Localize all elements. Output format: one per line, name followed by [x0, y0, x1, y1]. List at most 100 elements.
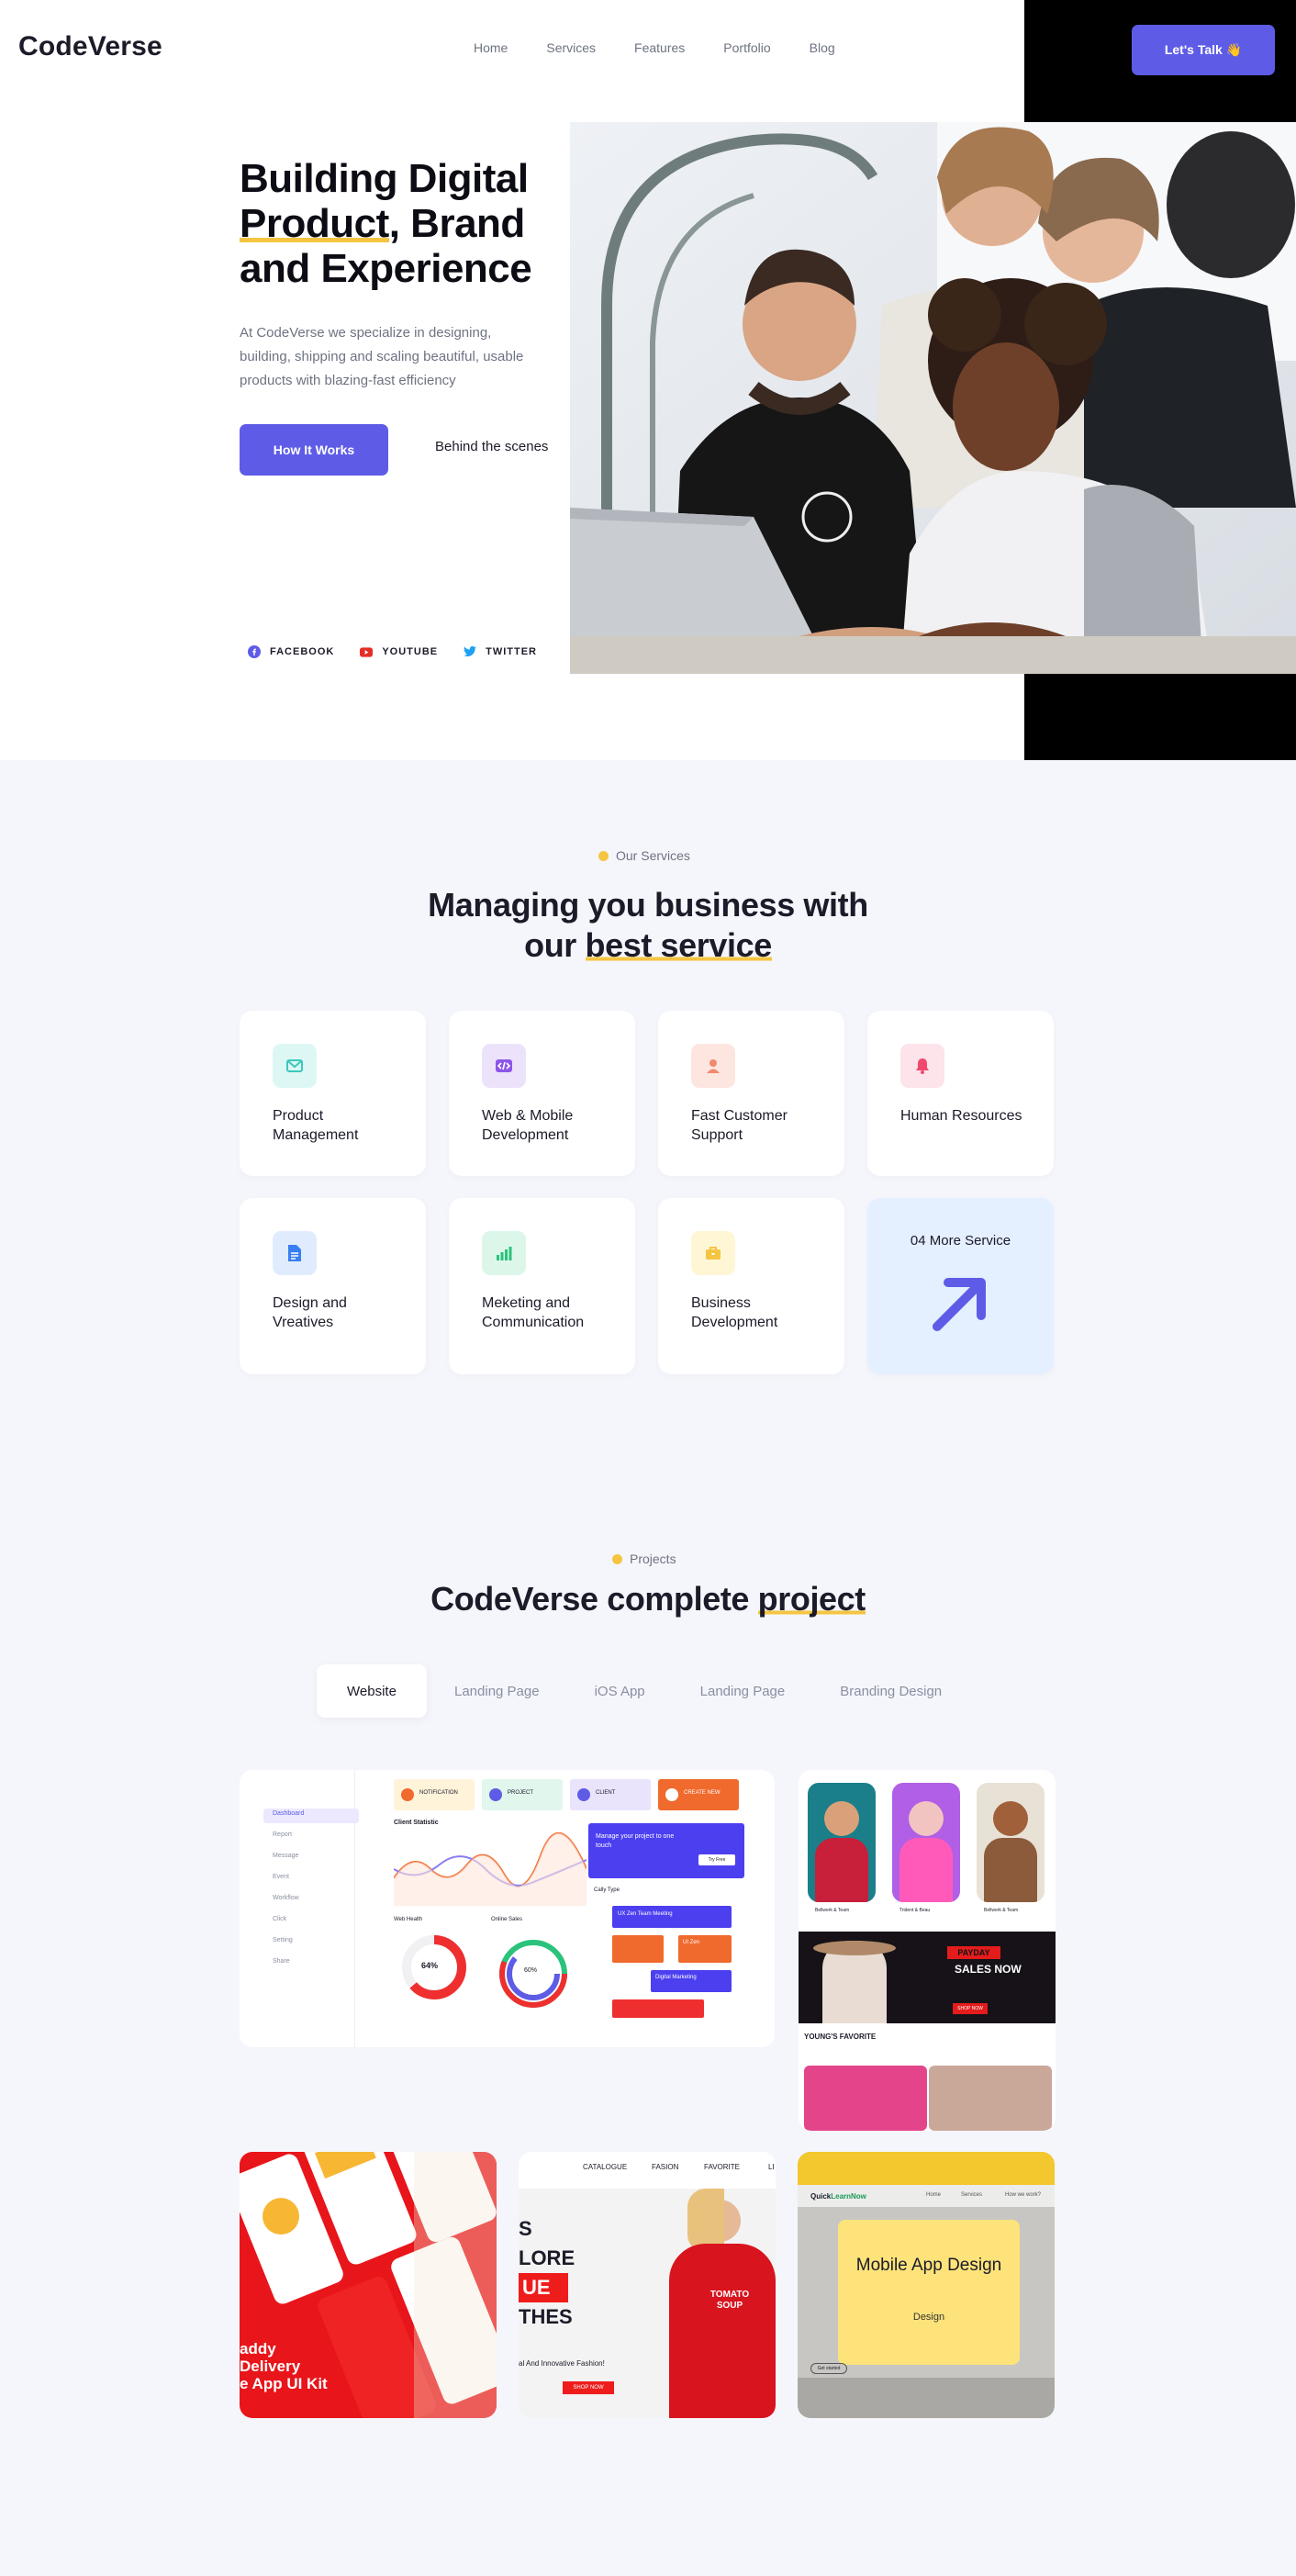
twitter-icon — [464, 645, 477, 658]
fashion-banner: PAYDAY SALES NOW SHOP NOW — [799, 1932, 1056, 2023]
store-headline-word: UE — [519, 2273, 568, 2302]
fashion-photo — [808, 1783, 876, 1902]
social-twitter[interactable]: TWITTER — [464, 645, 537, 658]
nav-blog[interactable]: Blog — [810, 40, 835, 55]
fashion-section-label: YOUNG'S FAVORITE — [804, 2033, 877, 2041]
projects-eyebrow-label: Projects — [630, 1551, 676, 1566]
dashboard-stat-label: CREATE NEW — [684, 1790, 721, 1796]
tab-ios-app[interactable]: iOS App — [567, 1664, 673, 1718]
dashboard-sales-title: Online Sales — [491, 1917, 523, 1922]
fashion-photo — [892, 1783, 960, 1902]
tab-landing-page-2[interactable]: Landing Page — [673, 1664, 813, 1718]
fashion-banner-title: SALES NOW — [955, 1963, 1022, 1976]
learn-logo: QuickLearnNow — [810, 2192, 866, 2201]
service-card-marketing[interactable]: Meketing and Communication — [449, 1198, 635, 1374]
dashboard-menu-item: Report — [273, 1831, 293, 1838]
service-card-label: Web & Mobile Development — [482, 1108, 574, 1143]
arrow-up-right-icon — [928, 1271, 992, 1340]
nav-portfolio[interactable]: Portfolio — [723, 40, 770, 55]
learn-nav-item: Services — [961, 2192, 983, 2198]
fashion-caption: Bellwerk & Team — [815, 1908, 850, 1913]
fashion-photo — [804, 2066, 927, 2131]
service-card-label: Business Development — [691, 1295, 778, 1330]
logo[interactable]: CodeVerse — [18, 31, 162, 62]
project-fashion-store[interactable]: CATALOGUE FASION FAVORITE LI S LORE UE T… — [519, 2152, 776, 2418]
dashboard-stat-label: PROJECT — [508, 1790, 534, 1796]
hero-description: At CodeVerse we specialize in designing,… — [240, 325, 524, 388]
more-services-label: 04 More Service — [910, 1233, 1011, 1249]
tab-website[interactable]: Website — [317, 1664, 427, 1718]
nav-features[interactable]: Features — [634, 40, 685, 55]
dashboard-health-value: 64% — [421, 1961, 439, 1970]
code-icon — [482, 1044, 526, 1088]
learn-card-subtitle: Design — [912, 2312, 945, 2323]
hero-title-underlined: Product — [240, 201, 389, 246]
projects-title-underlined: project — [757, 1580, 866, 1618]
service-card-human-resources[interactable]: Human Resources — [867, 1011, 1054, 1176]
page: CodeVerse Home Services Features Portfol… — [0, 0, 1296, 2576]
chart-icon — [482, 1231, 526, 1275]
tab-branding-design[interactable]: Branding Design — [812, 1664, 969, 1718]
service-card-design[interactable]: Design and Vreatives — [240, 1198, 426, 1374]
dashboard-sales-value: 60% — [524, 1967, 538, 1974]
store-headline: S LORE UE THES — [519, 2214, 575, 2332]
dashboard-promo: Manage your project to one touch Try Fre… — [588, 1823, 744, 1878]
learn-start-button: Get started — [810, 2363, 847, 2374]
service-card-label: Fast Customer Support — [691, 1108, 788, 1143]
food-app-title-line: addy — [240, 2340, 276, 2358]
dashboard-stat-label: NOTIFICATION — [419, 1790, 458, 1796]
store-headline-word: LORE — [519, 2246, 575, 2269]
lets-talk-button[interactable]: Let's Talk 👋 — [1132, 25, 1275, 75]
project-fashion[interactable]: Bellwerk & Team Trident & Beau Bellwerk … — [799, 1770, 1056, 2131]
service-card-label: Meketing and Communication — [482, 1295, 585, 1330]
learn-logo-suffix: LearnNow — [831, 2192, 866, 2201]
service-card-product-management[interactable]: Product Management — [240, 1011, 426, 1176]
dashboard-menu-item: Workflow — [273, 1895, 299, 1901]
fashion-caption: Bellwerk & Team — [984, 1908, 1019, 1913]
project-food-app[interactable]: addy Delivery e App UI Kit — [240, 2152, 497, 2418]
dashboard-event: UX Zen Team Meeting — [612, 1906, 732, 1928]
services-title: Managing you business with our best serv… — [0, 885, 1296, 966]
facebook-icon — [248, 645, 261, 658]
nav-home[interactable]: Home — [474, 40, 508, 55]
services-eyebrow: Our Services — [598, 848, 690, 863]
store-shop-button: SHOP NOW — [563, 2381, 614, 2394]
service-card-label: Design and Vreatives — [273, 1295, 347, 1330]
mail-icon — [273, 1044, 317, 1088]
behind-the-scenes-link[interactable]: Behind the scenes — [435, 439, 548, 454]
eyebrow-dot — [612, 1553, 622, 1564]
service-card-web-mobile[interactable]: Web & Mobile Development — [449, 1011, 635, 1176]
services-section: Our Services Managing you business with … — [0, 760, 1296, 2576]
dashboard-sidebar: Dashboard Report Message Event Workflow … — [252, 1770, 359, 2047]
social-facebook[interactable]: FACEBOOK — [248, 645, 334, 658]
learn-nav-item: How we work? — [1005, 2192, 1042, 2198]
services-title-underlined: best service — [585, 926, 772, 964]
service-card-label: Human Resources — [900, 1108, 1022, 1124]
food-app-title-line: Delivery — [240, 2358, 301, 2375]
dashboard-menu-item: Event — [273, 1874, 289, 1880]
store-headline-word: THES — [519, 2305, 573, 2328]
projects-eyebrow: Projects — [612, 1551, 676, 1566]
project-learn-now[interactable]: QuickLearnNow Home Services How we work?… — [798, 2152, 1055, 2418]
dashboard-promo-text: Manage your project to one touch — [596, 1833, 675, 1849]
dashboard-menu-item: Setting — [273, 1937, 293, 1943]
social-links: FACEBOOK YOUTUBE TWITTER — [248, 645, 563, 658]
service-card-label: Product Management — [273, 1108, 359, 1143]
fashion-caption: Trident & Beau — [899, 1908, 931, 1913]
service-card-business-development[interactable]: Business Development — [658, 1198, 844, 1374]
dashboard-line-chart — [394, 1832, 587, 1906]
services-eyebrow-label: Our Services — [616, 848, 690, 863]
nav-services[interactable]: Services — [546, 40, 596, 55]
social-youtube[interactable]: YOUTUBE — [360, 645, 438, 658]
project-dashboard[interactable]: Dashboard Report Message Event Workflow … — [240, 1770, 775, 2047]
service-card-customer-support[interactable]: Fast Customer Support — [658, 1011, 844, 1176]
more-services-card[interactable]: 04 More Service — [867, 1198, 1054, 1374]
store-nav-item: CATALOGUE — [583, 2163, 628, 2171]
learn-card-title: Mobile App Design — [855, 2256, 1002, 2275]
store-nav-item: FAVORITE — [704, 2163, 740, 2171]
how-it-works-button[interactable]: How It Works — [240, 424, 388, 476]
learn-card: Mobile App Design Design — [838, 2220, 1020, 2365]
tab-landing-page[interactable]: Landing Page — [427, 1664, 567, 1718]
social-youtube-label: YOUTUBE — [382, 646, 439, 657]
briefcase-icon — [691, 1231, 735, 1275]
